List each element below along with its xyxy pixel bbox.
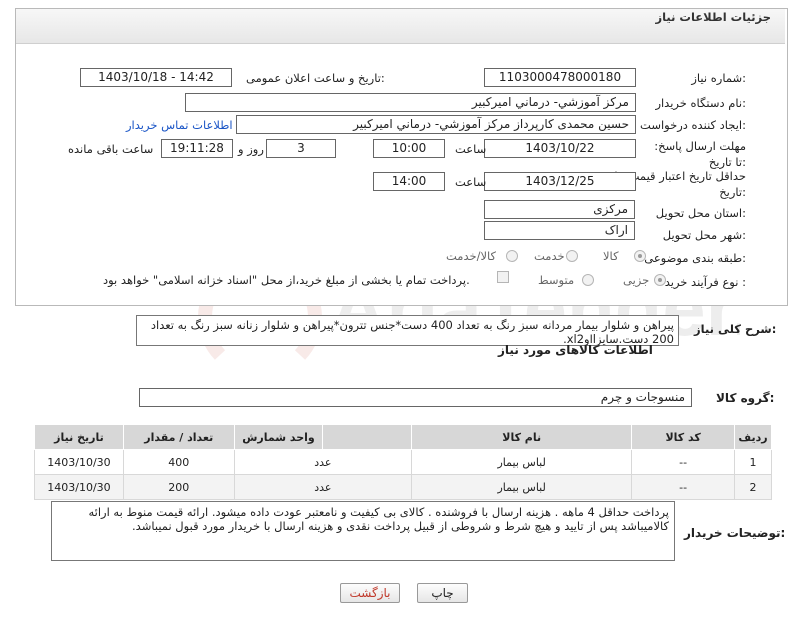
goods-section-title: اطلاعات کالاهای مورد نیاز [498, 343, 653, 357]
days-label: روز و [238, 142, 264, 156]
table-row: 1403/10/30 400 عدد لباس بیمار -- 1 [34, 449, 773, 475]
purchase-radio-medium[interactable] [582, 274, 594, 286]
buyer-contact-link[interactable]: اطلاعات تماس خریدار [126, 118, 233, 132]
purchase-type-label: نوع فرآیند خرید : [664, 275, 746, 289]
back-button[interactable]: بازگشت [340, 583, 400, 603]
cell-date: 1403/10/30 [34, 474, 124, 500]
cell-name: لباس بیمار [411, 449, 633, 475]
buyer-org-label: نام دستگاه خریدار: [655, 96, 746, 110]
city-field: اراک [484, 221, 635, 240]
cell-qty: 200 [122, 474, 235, 500]
city-label: شهر محل تحویل: [662, 228, 746, 242]
category-option-goods: کالا [603, 249, 619, 263]
goods-group-field: منسوجات و چرم [139, 388, 692, 407]
col-header-unit: واحد شمارش [233, 424, 324, 450]
col-header-code: کد کالا [631, 424, 735, 450]
cell-name: لباس بیمار [411, 474, 633, 500]
validity-time-label: ساعت [455, 175, 487, 189]
cell-unit: عدد [233, 449, 413, 475]
deadline-time-field: 10:00 [373, 139, 445, 158]
print-button[interactable]: چاپ [417, 583, 468, 603]
col-header-row: ردیف [733, 424, 773, 450]
province-label: استان محل تحویل: [655, 206, 746, 220]
buyer-notes-label: توضیحات خریدار: [684, 526, 786, 540]
cell-row: 1 [733, 449, 773, 475]
deadline-label: مهلت ارسال پاسخ: تا تاریخ: [654, 139, 746, 169]
category-radio-goods-service[interactable] [506, 250, 518, 262]
col-header-name: نام کالا [411, 424, 633, 450]
category-label: طبقه بندی موضوعی: [644, 251, 746, 265]
description-textarea[interactable]: پیراهن و شلوار بیمار مردانه سبز رنگ به ت… [136, 315, 679, 346]
cell-code: -- [631, 474, 735, 500]
cell-date: 1403/10/30 [34, 449, 124, 475]
col-header-qty: تعداد / مقدار [122, 424, 235, 450]
panel-title: جزئیات اطلاعات نیاز [655, 10, 771, 24]
purchase-option-minor: جزیی [623, 273, 650, 287]
category-option-service: خدمت [534, 249, 565, 263]
days-remaining-field: 3 [266, 139, 336, 158]
description-label: شرح کلی نیاز: [694, 322, 777, 336]
col-header-unit-spacer [322, 424, 413, 450]
purchase-option-medium: متوسط [538, 273, 575, 287]
requester-label: ایجاد کننده درخواست: [640, 118, 746, 132]
table-row: 1403/10/30 200 عدد لباس بیمار -- 2 [34, 474, 773, 500]
announce-field: 1403/10/18 - 14:42 [80, 68, 232, 87]
need-number-label: شماره نیاز: [691, 71, 746, 85]
buyer-notes-textarea[interactable]: پرداخت حداقل 4 ماهه . هزینه ارسال با فرو… [51, 501, 675, 561]
deadline-time-label: ساعت [455, 142, 487, 156]
cell-row: 2 [733, 474, 773, 500]
category-radio-goods[interactable] [634, 250, 646, 262]
deadline-date-field: 1403/10/22 [484, 139, 636, 158]
buyer-org-field: مرکز آموزشي- درماني اميركبير [185, 93, 636, 112]
treasury-payment-note: پرداخت تمام یا بخشی از مبلغ خرید،از محل … [103, 273, 470, 287]
province-field: مرکزی [484, 200, 635, 219]
cell-code: -- [631, 449, 735, 475]
goods-group-label: گروه کالا: [716, 391, 775, 405]
requester-field: حسين محمدی کارپرداز مرکز آموزشي- درماني … [236, 115, 636, 134]
validity-date-field: 1403/12/25 [484, 172, 636, 191]
remaining-time-field: 19:11:28 [161, 139, 233, 158]
remaining-time-label: ساعت باقی مانده [68, 142, 154, 156]
col-header-date: تاریخ نیاز [34, 424, 124, 450]
announce-label: تاریخ و ساعت اعلان عمومی: [246, 71, 385, 85]
goods-table: تاریخ نیاز تعداد / مقدار واحد شمارش نام … [34, 424, 773, 500]
treasury-payment-checkbox[interactable] [497, 271, 509, 283]
cell-unit: عدد [233, 474, 413, 500]
need-number-field: 1103000478000180 [484, 68, 636, 87]
cell-qty: 400 [122, 449, 235, 475]
category-radio-service[interactable] [566, 250, 578, 262]
validity-time-field: 14:00 [373, 172, 445, 191]
purchase-radio-minor[interactable] [654, 274, 666, 286]
category-option-goods-service: کالا/خدمت [446, 249, 497, 263]
